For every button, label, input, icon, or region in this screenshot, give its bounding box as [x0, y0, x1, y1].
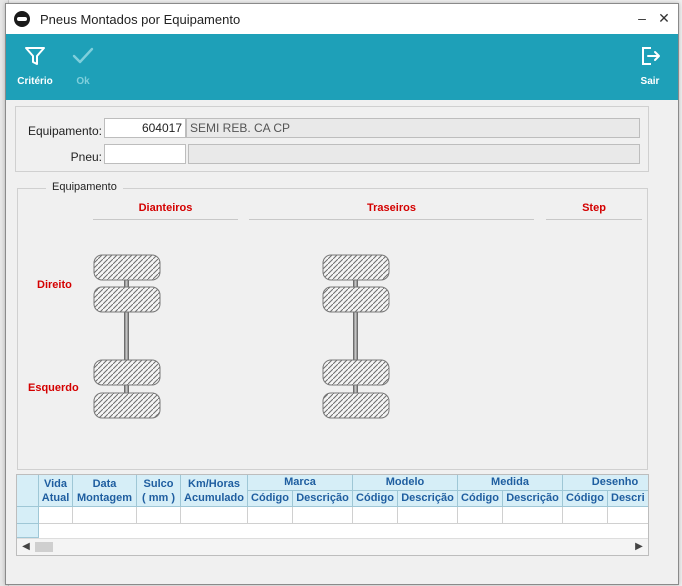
- row-indicator[interactable]: [17, 524, 39, 538]
- column-group-marca[interactable]: Marca: [248, 475, 353, 491]
- column-label: Km/Horas: [188, 478, 240, 490]
- criterio-button[interactable]: Critério: [10, 34, 60, 100]
- column-group-modelo[interactable]: Modelo: [353, 475, 458, 491]
- tire-front-right-inner[interactable]: [93, 286, 161, 313]
- grid-cell[interactable]: [181, 507, 248, 524]
- sair-button[interactable]: Sair: [625, 34, 675, 100]
- ok-label: Ok: [76, 76, 90, 87]
- ok-button[interactable]: Ok: [58, 34, 108, 100]
- column-label: Vida: [43, 478, 68, 490]
- grid-cell[interactable]: [563, 507, 608, 524]
- window-title: Pneus Montados por Equipamento: [40, 12, 241, 27]
- column-label: Acumulado: [184, 492, 244, 504]
- grid-cell[interactable]: [608, 507, 648, 524]
- grid-cell[interactable]: [39, 507, 73, 524]
- column-medida-descricao[interactable]: Descrição: [503, 491, 563, 507]
- tire-front-right-outer[interactable]: [93, 254, 161, 281]
- grid-cell[interactable]: [137, 507, 181, 524]
- grid-cell[interactable]: [503, 507, 563, 524]
- app-logo-icon: [14, 11, 30, 27]
- equipamento-group: Equipamento Dianteiros Traseiros Step Di…: [17, 181, 648, 470]
- filter-icon: [25, 47, 45, 65]
- scroll-right-arrow-icon[interactable]: ▶: [632, 540, 646, 554]
- toolbar: Critério Ok Sair: [6, 34, 678, 100]
- tire-rear-right-inner[interactable]: [322, 286, 390, 313]
- tire-rear-left-inner[interactable]: [322, 359, 390, 386]
- column-label: Data: [92, 478, 117, 490]
- sair-label: Sair: [640, 76, 660, 87]
- tire-rear-left-outer[interactable]: [322, 392, 390, 419]
- column-label: ( mm ): [142, 492, 175, 504]
- horizontal-scrollbar[interactable]: ◀ ▶: [17, 538, 648, 555]
- equipamento-description-field: SEMI REB. CA CP: [186, 118, 640, 138]
- tire-front-left-inner[interactable]: [93, 359, 161, 386]
- criterio-label: Critério: [17, 76, 53, 87]
- grid-cell[interactable]: [398, 507, 458, 524]
- column-km-horas[interactable]: Km/Horas Acumulado: [181, 475, 248, 507]
- grid-corner: [17, 475, 39, 507]
- equipamento-code-field[interactable]: 604017: [104, 118, 186, 138]
- column-data-montagem[interactable]: Data Montagem: [73, 475, 137, 507]
- exit-icon: [642, 47, 660, 65]
- pneu-description-field: [188, 144, 640, 164]
- grid-cell[interactable]: [293, 507, 353, 524]
- axle-diagram: [93, 254, 390, 419]
- row-indicator[interactable]: [17, 507, 39, 524]
- column-marca-codigo[interactable]: Código: [248, 491, 293, 507]
- grid-cell[interactable]: [458, 507, 503, 524]
- tires-grid[interactable]: Vida Atual Data Montagem Sulco ( mm ) Km…: [16, 474, 649, 556]
- rear-axle: [322, 254, 390, 419]
- tire-rear-right-outer[interactable]: [322, 254, 390, 281]
- minimize-button[interactable]: –: [634, 10, 650, 26]
- scroll-thumb[interactable]: [35, 542, 53, 552]
- column-desenho-codigo[interactable]: Código: [563, 491, 608, 507]
- filter-panel: Equipamento: 604017 SEMI REB. CA CP Pneu…: [15, 106, 649, 172]
- close-button[interactable]: ✕: [656, 10, 672, 26]
- column-modelo-codigo[interactable]: Código: [353, 491, 398, 507]
- scroll-left-arrow-icon[interactable]: ◀: [19, 540, 33, 554]
- column-medida-codigo[interactable]: Código: [458, 491, 503, 507]
- column-label: Atual: [41, 492, 70, 504]
- column-modelo-descricao[interactable]: Descrição: [398, 491, 458, 507]
- column-group-medida[interactable]: Medida: [458, 475, 563, 491]
- column-desenho-descricao[interactable]: Descri: [608, 491, 648, 507]
- tire-front-left-outer[interactable]: [93, 392, 161, 419]
- grid-cell[interactable]: [73, 507, 137, 524]
- pneu-code-field[interactable]: [104, 144, 186, 164]
- column-vida-atual[interactable]: Vida Atual: [39, 475, 73, 507]
- title-bar: Pneus Montados por Equipamento – ✕: [6, 4, 678, 34]
- grid-cell[interactable]: [248, 507, 293, 524]
- column-group-desenho[interactable]: Desenho: [563, 475, 648, 491]
- pneu-label: Pneu:: [70, 150, 102, 164]
- column-marca-descricao[interactable]: Descrição: [293, 491, 353, 507]
- check-icon: [72, 47, 94, 64]
- column-label: Sulco: [143, 478, 174, 490]
- equipamento-label: Equipamento:: [27, 124, 102, 138]
- grid-cell[interactable]: [353, 507, 398, 524]
- dialog-window: Pneus Montados por Equipamento – ✕ Crité…: [5, 3, 679, 585]
- front-axle: [93, 254, 161, 419]
- column-label: Montagem: [77, 492, 132, 504]
- column-sulco[interactable]: Sulco ( mm ): [137, 475, 181, 507]
